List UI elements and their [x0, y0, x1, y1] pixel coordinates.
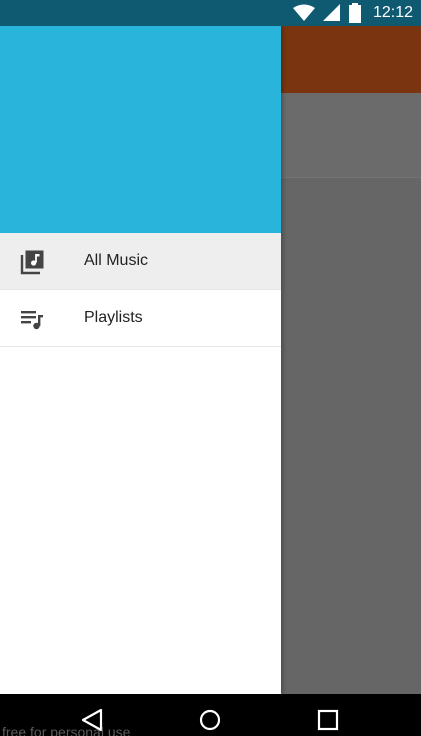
drawer-item-label: Playlists [84, 309, 143, 326]
status-time: 12:12 [372, 4, 413, 21]
system-navigation-bar: free for personal use [0, 694, 421, 736]
playlist-icon [21, 311, 43, 330]
drawer-header [0, 26, 281, 233]
drawer-item-playlists[interactable]: Playlists [0, 290, 281, 347]
home-icon[interactable] [198, 708, 222, 732]
watermark-text: free for personal use [2, 724, 131, 736]
navigation-drawer: All Music Playlists [0, 26, 281, 694]
screen: 12:12 yer All Music [0, 0, 421, 736]
battery-icon [348, 3, 361, 23]
drawer-item-all-music[interactable]: All Music [0, 233, 281, 290]
recents-icon[interactable] [316, 708, 340, 732]
cell-signal-icon [322, 4, 340, 21]
status-icons: 12:12 [292, 3, 413, 23]
wifi-icon [292, 4, 315, 21]
drawer-item-label: All Music [84, 252, 149, 269]
status-bar: 12:12 [0, 0, 421, 26]
music-library-icon [20, 250, 44, 275]
